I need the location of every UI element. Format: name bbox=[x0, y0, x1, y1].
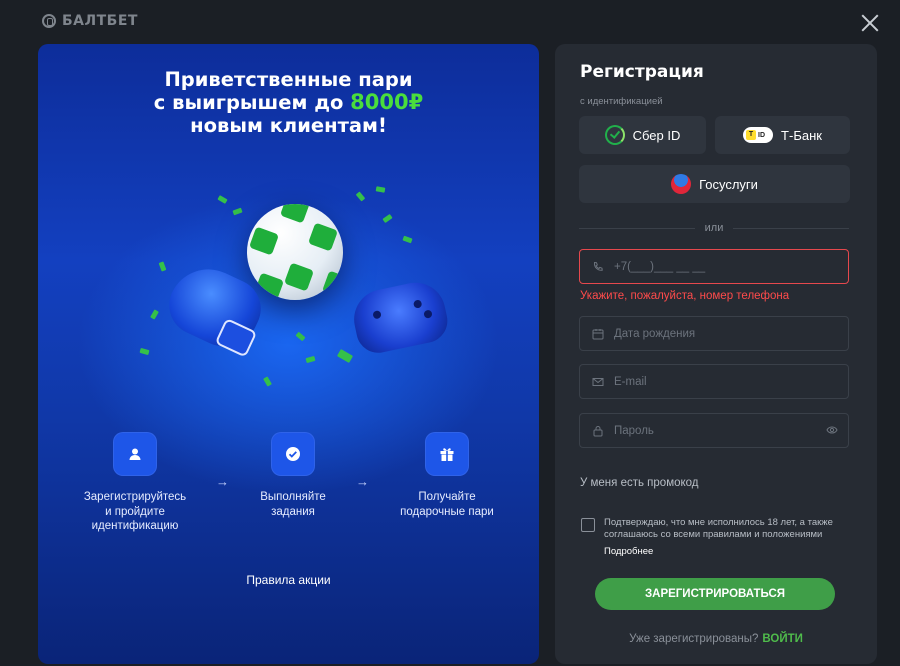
step-rewards-label: Получайте подарочные пари bbox=[400, 491, 494, 518]
confetti-decoration bbox=[217, 195, 228, 204]
confetti-decoration bbox=[382, 213, 393, 224]
promo-title-line2: с выигрышем до 8000₽ bbox=[153, 90, 424, 115]
gosuslugi-button[interactable]: Госуслуги bbox=[579, 165, 850, 203]
show-password-icon[interactable] bbox=[826, 425, 838, 435]
more-info-link[interactable]: Подробнее bbox=[604, 546, 653, 557]
promo-rules-link[interactable]: Правила акции bbox=[38, 573, 539, 587]
or-divider: или bbox=[579, 222, 849, 234]
registration-form: Регистрация с идентификацией Сбер ID T ID… bbox=[555, 44, 877, 664]
brand-logo: БАЛТБЕТ bbox=[42, 13, 138, 29]
consent-checkbox[interactable] bbox=[581, 518, 595, 532]
step-tasks: Выполняйте задания bbox=[228, 432, 358, 519]
confetti-decoration bbox=[336, 349, 354, 363]
phone-error: Укажите, пожалуйста, номер телефона bbox=[580, 290, 790, 302]
promo-title: Приветственные пари с выигрышем до 8000₽… bbox=[38, 68, 539, 137]
step-rewards: Получайте подарочные пари bbox=[382, 432, 512, 519]
confetti-decoration bbox=[150, 309, 159, 320]
email-field[interactable]: E-mail bbox=[579, 364, 849, 399]
confetti-decoration bbox=[139, 347, 150, 356]
sber-id-button[interactable]: Сбер ID bbox=[579, 116, 706, 154]
tbank-button[interactable]: T ID Т-Банк bbox=[715, 116, 850, 154]
promo-title-line1: Приветственные пари bbox=[164, 68, 413, 91]
step-register-label: Зарегистрируйтесь и пройдите идентификацию bbox=[83, 491, 187, 532]
logo-text: БАЛТБЕТ bbox=[62, 13, 138, 29]
sber-icon bbox=[604, 125, 625, 145]
password-placeholder: Пароль bbox=[614, 424, 654, 437]
password-field[interactable]: Пароль bbox=[579, 413, 849, 448]
confetti-decoration bbox=[158, 261, 167, 272]
promo-panel: Приветственные пари с выигрышем до 8000₽… bbox=[38, 44, 539, 664]
confetti-decoration bbox=[355, 191, 366, 202]
phone-icon bbox=[593, 261, 603, 271]
confetti-decoration bbox=[232, 207, 243, 216]
lock-icon bbox=[593, 425, 603, 436]
step-tasks-label: Выполняйте задания bbox=[260, 491, 326, 518]
arrow-right-icon: → bbox=[356, 474, 369, 489]
promo-code-link[interactable]: У меня есть промокод bbox=[580, 477, 699, 489]
gamepad-image bbox=[348, 277, 452, 357]
birthdate-field[interactable]: Дата рождения bbox=[579, 316, 849, 351]
confetti-decoration bbox=[295, 331, 306, 342]
id-caption: с идентификацией bbox=[580, 96, 663, 107]
mail-icon bbox=[592, 377, 604, 386]
phone-placeholder: +7(___)___ __ __ bbox=[614, 260, 706, 273]
tbank-icon: T ID bbox=[743, 127, 774, 143]
email-placeholder: E-mail bbox=[614, 375, 647, 388]
confetti-decoration bbox=[402, 235, 413, 244]
promo-amount: 8000₽ bbox=[350, 90, 424, 114]
register-button[interactable]: ЗАРЕГИСТРИРОВАТЬСЯ bbox=[595, 578, 835, 610]
check-circle-icon bbox=[271, 432, 315, 476]
gift-icon bbox=[425, 432, 469, 476]
step-register: Зарегистрируйтесь и пройдите идентификацию bbox=[70, 432, 200, 534]
form-title: Регистрация bbox=[580, 62, 704, 82]
already-registered: Уже зарегистрированы? ВОЙТИ bbox=[629, 633, 803, 645]
login-link[interactable]: ВОЙТИ bbox=[762, 633, 803, 645]
confetti-decoration bbox=[305, 355, 316, 364]
calendar-icon bbox=[592, 328, 604, 339]
gosuslugi-icon bbox=[671, 174, 692, 194]
birthdate-placeholder: Дата рождения bbox=[614, 327, 696, 340]
football-image bbox=[247, 204, 343, 300]
user-icon bbox=[113, 432, 157, 476]
confetti-decoration bbox=[263, 376, 272, 387]
close-icon[interactable] bbox=[859, 12, 881, 34]
consent-text: Подтверждаю, что мне исполнилось 18 лет,… bbox=[604, 517, 833, 540]
logo-mark-icon bbox=[42, 14, 56, 28]
phone-field[interactable]: +7(___)___ __ __ bbox=[579, 249, 849, 284]
promo-title-line3: новым клиентам! bbox=[190, 114, 387, 137]
confetti-decoration bbox=[375, 186, 386, 193]
